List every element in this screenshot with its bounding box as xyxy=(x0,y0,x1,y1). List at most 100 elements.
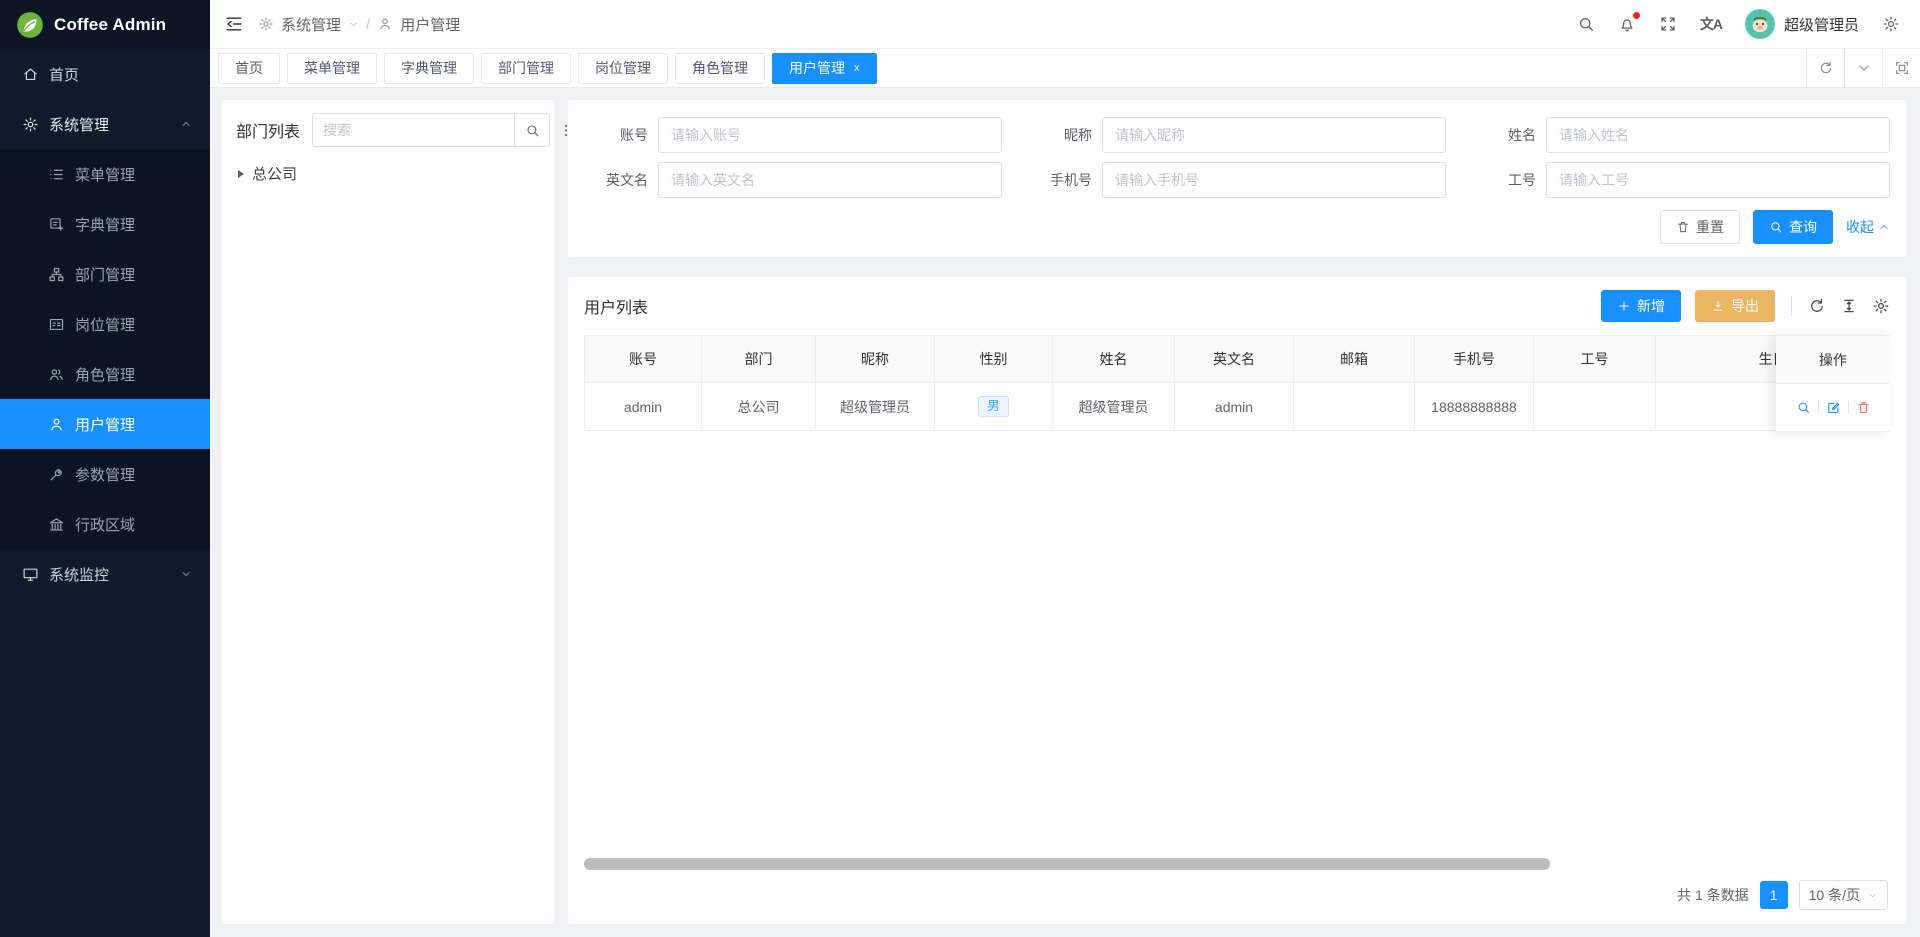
sidebar-item-system-mgmt[interactable]: 系统管理 xyxy=(0,99,210,149)
col-header-email: 邮箱 xyxy=(1294,335,1415,383)
tab-role-mgmt[interactable]: 角色管理 xyxy=(675,53,765,84)
table-header-row: 账号 部门 昵称 性别 姓名 英文名 邮箱 手机号 工号 生日 xyxy=(584,335,1890,383)
tree-node-label: 总公司 xyxy=(252,163,297,184)
list-icon xyxy=(48,166,65,183)
page-size-select[interactable]: 10 条/页 xyxy=(1799,880,1888,910)
reset-button[interactable]: 重置 xyxy=(1660,210,1740,244)
sidebar-fold-button[interactable] xyxy=(224,14,244,34)
field-name: 姓名 xyxy=(1472,117,1890,153)
tab-dept-mgmt[interactable]: 部门管理 xyxy=(481,53,571,84)
people-icon xyxy=(48,366,65,383)
search-icon xyxy=(1769,220,1783,234)
tab-user-mgmt[interactable]: 用户管理 x xyxy=(772,53,877,84)
sidebar-item-post-mgmt[interactable]: 岗位管理 xyxy=(0,299,210,349)
gender-tag: 男 xyxy=(978,396,1009,417)
breadcrumb: 系统管理 / 用户管理 xyxy=(258,14,460,35)
query-button[interactable]: 查询 xyxy=(1753,210,1833,244)
trash-icon xyxy=(1676,220,1690,234)
notifications-button[interactable] xyxy=(1618,15,1636,33)
tabs-refresh-button[interactable] xyxy=(1806,49,1844,87)
col-header-dept: 部门 xyxy=(702,335,816,383)
chevron-down-icon xyxy=(180,568,192,580)
sidebar-item-menu-mgmt[interactable]: 菜单管理 xyxy=(0,149,210,199)
user-menu[interactable]: 超级管理员 xyxy=(1745,9,1859,39)
refresh-icon xyxy=(1808,297,1826,315)
sidebar-item-label: 部门管理 xyxy=(75,264,135,285)
tab-dict-mgmt[interactable]: 字典管理 xyxy=(384,53,474,84)
tab-post-mgmt[interactable]: 岗位管理 xyxy=(578,53,668,84)
toolbar-divider xyxy=(1791,296,1792,316)
translate-button[interactable]: 文A xyxy=(1700,14,1722,34)
sidebar-item-param-mgmt[interactable]: 参数管理 xyxy=(0,449,210,499)
field-phone: 手机号 xyxy=(1028,162,1446,198)
cell-phone: 18888888888 xyxy=(1415,383,1534,431)
sidebar-item-label: 用户管理 xyxy=(75,414,135,435)
work-no-input[interactable] xyxy=(1546,162,1890,198)
page-1-button[interactable]: 1 xyxy=(1760,881,1788,909)
sidebar-item-home[interactable]: 首页 xyxy=(0,49,210,99)
sidebar-submenu: 菜单管理 字典管理 部门管理 岗位管理 角色管理 用户管理 xyxy=(0,149,210,549)
tab-home[interactable]: 首页 xyxy=(218,53,280,84)
tabs-maximize-button[interactable] xyxy=(1882,49,1920,87)
home-icon xyxy=(22,66,39,83)
settings-button[interactable] xyxy=(1882,15,1900,33)
filter-panel: 账号 昵称 姓名 英文名 xyxy=(568,100,1906,257)
gear-icon xyxy=(1872,297,1890,315)
tree-expand-icon[interactable] xyxy=(238,170,244,178)
chevron-up-icon xyxy=(180,118,192,130)
department-panel-title: 部门列表 xyxy=(236,118,300,142)
sidebar-item-system-monitor[interactable]: 系统监控 xyxy=(0,549,210,599)
avatar xyxy=(1745,9,1775,39)
sidebar-item-user-mgmt[interactable]: 用户管理 xyxy=(0,399,210,449)
department-search-input[interactable] xyxy=(312,113,514,147)
department-search-button[interactable] xyxy=(514,113,550,147)
en-name-input[interactable] xyxy=(658,162,1002,198)
view-icon[interactable] xyxy=(1796,400,1811,415)
breadcrumb-separator: / xyxy=(366,16,370,33)
horizontal-scrollbar xyxy=(584,858,1890,870)
gear-icon xyxy=(1882,15,1900,33)
edit-icon[interactable] xyxy=(1826,400,1841,415)
chevron-down-icon xyxy=(1856,60,1872,76)
sidebar-item-label: 角色管理 xyxy=(75,364,135,385)
tabbar: 首页 菜单管理 字典管理 部门管理 岗位管理 角色管理 用户管理 x xyxy=(210,49,1920,88)
bank-icon xyxy=(48,516,65,533)
cell-work-no xyxy=(1534,383,1656,431)
name-input[interactable] xyxy=(1546,117,1890,153)
sidebar: Coffee Admin 首页 系统管理 菜单管理 字典管理 部门管理 xyxy=(0,0,210,937)
user-icon xyxy=(48,416,65,433)
scrollbar-thumb[interactable] xyxy=(584,858,1550,870)
column-settings-button[interactable] xyxy=(1872,297,1890,315)
collapse-filter-link[interactable]: 收起 xyxy=(1846,217,1890,237)
phone-input[interactable] xyxy=(1102,162,1446,198)
fullscreen-button[interactable] xyxy=(1659,15,1677,33)
sidebar-item-label: 系统监控 xyxy=(49,564,109,585)
nickname-input[interactable] xyxy=(1102,117,1446,153)
table-row: admin 总公司 超级管理员 男 超级管理员 admin 1888888888… xyxy=(584,383,1890,431)
row-height-button[interactable] xyxy=(1840,297,1858,315)
sidebar-item-dict-mgmt[interactable]: 字典管理 xyxy=(0,199,210,249)
tree-node-root[interactable]: 总公司 xyxy=(236,163,540,184)
sidebar-item-label: 首页 xyxy=(49,64,79,85)
global-search-button[interactable] xyxy=(1577,15,1595,33)
delete-icon[interactable] xyxy=(1856,400,1871,415)
action-divider xyxy=(1818,401,1819,414)
cell-en-name: admin xyxy=(1175,383,1294,431)
sidebar-item-dept-mgmt[interactable]: 部门管理 xyxy=(0,249,210,299)
export-button[interactable]: 导出 xyxy=(1695,290,1775,322)
field-account: 账号 xyxy=(584,117,1002,153)
sidebar-item-role-mgmt[interactable]: 角色管理 xyxy=(0,349,210,399)
add-user-button[interactable]: 新增 xyxy=(1601,290,1681,322)
sidebar-item-label: 菜单管理 xyxy=(75,164,135,185)
breadcrumb-level1[interactable]: 系统管理 xyxy=(281,14,341,35)
col-header-gender: 性别 xyxy=(935,335,1053,383)
row-actions xyxy=(1776,384,1890,432)
tab-menu-mgmt[interactable]: 菜单管理 xyxy=(287,53,377,84)
id-card-icon xyxy=(48,316,65,333)
table-refresh-button[interactable] xyxy=(1808,297,1826,315)
tab-close-icon[interactable]: x xyxy=(854,62,860,74)
refresh-icon xyxy=(1818,60,1834,76)
sidebar-item-admin-region[interactable]: 行政区域 xyxy=(0,499,210,549)
tabs-dropdown-button[interactable] xyxy=(1844,49,1882,87)
account-input[interactable] xyxy=(658,117,1002,153)
